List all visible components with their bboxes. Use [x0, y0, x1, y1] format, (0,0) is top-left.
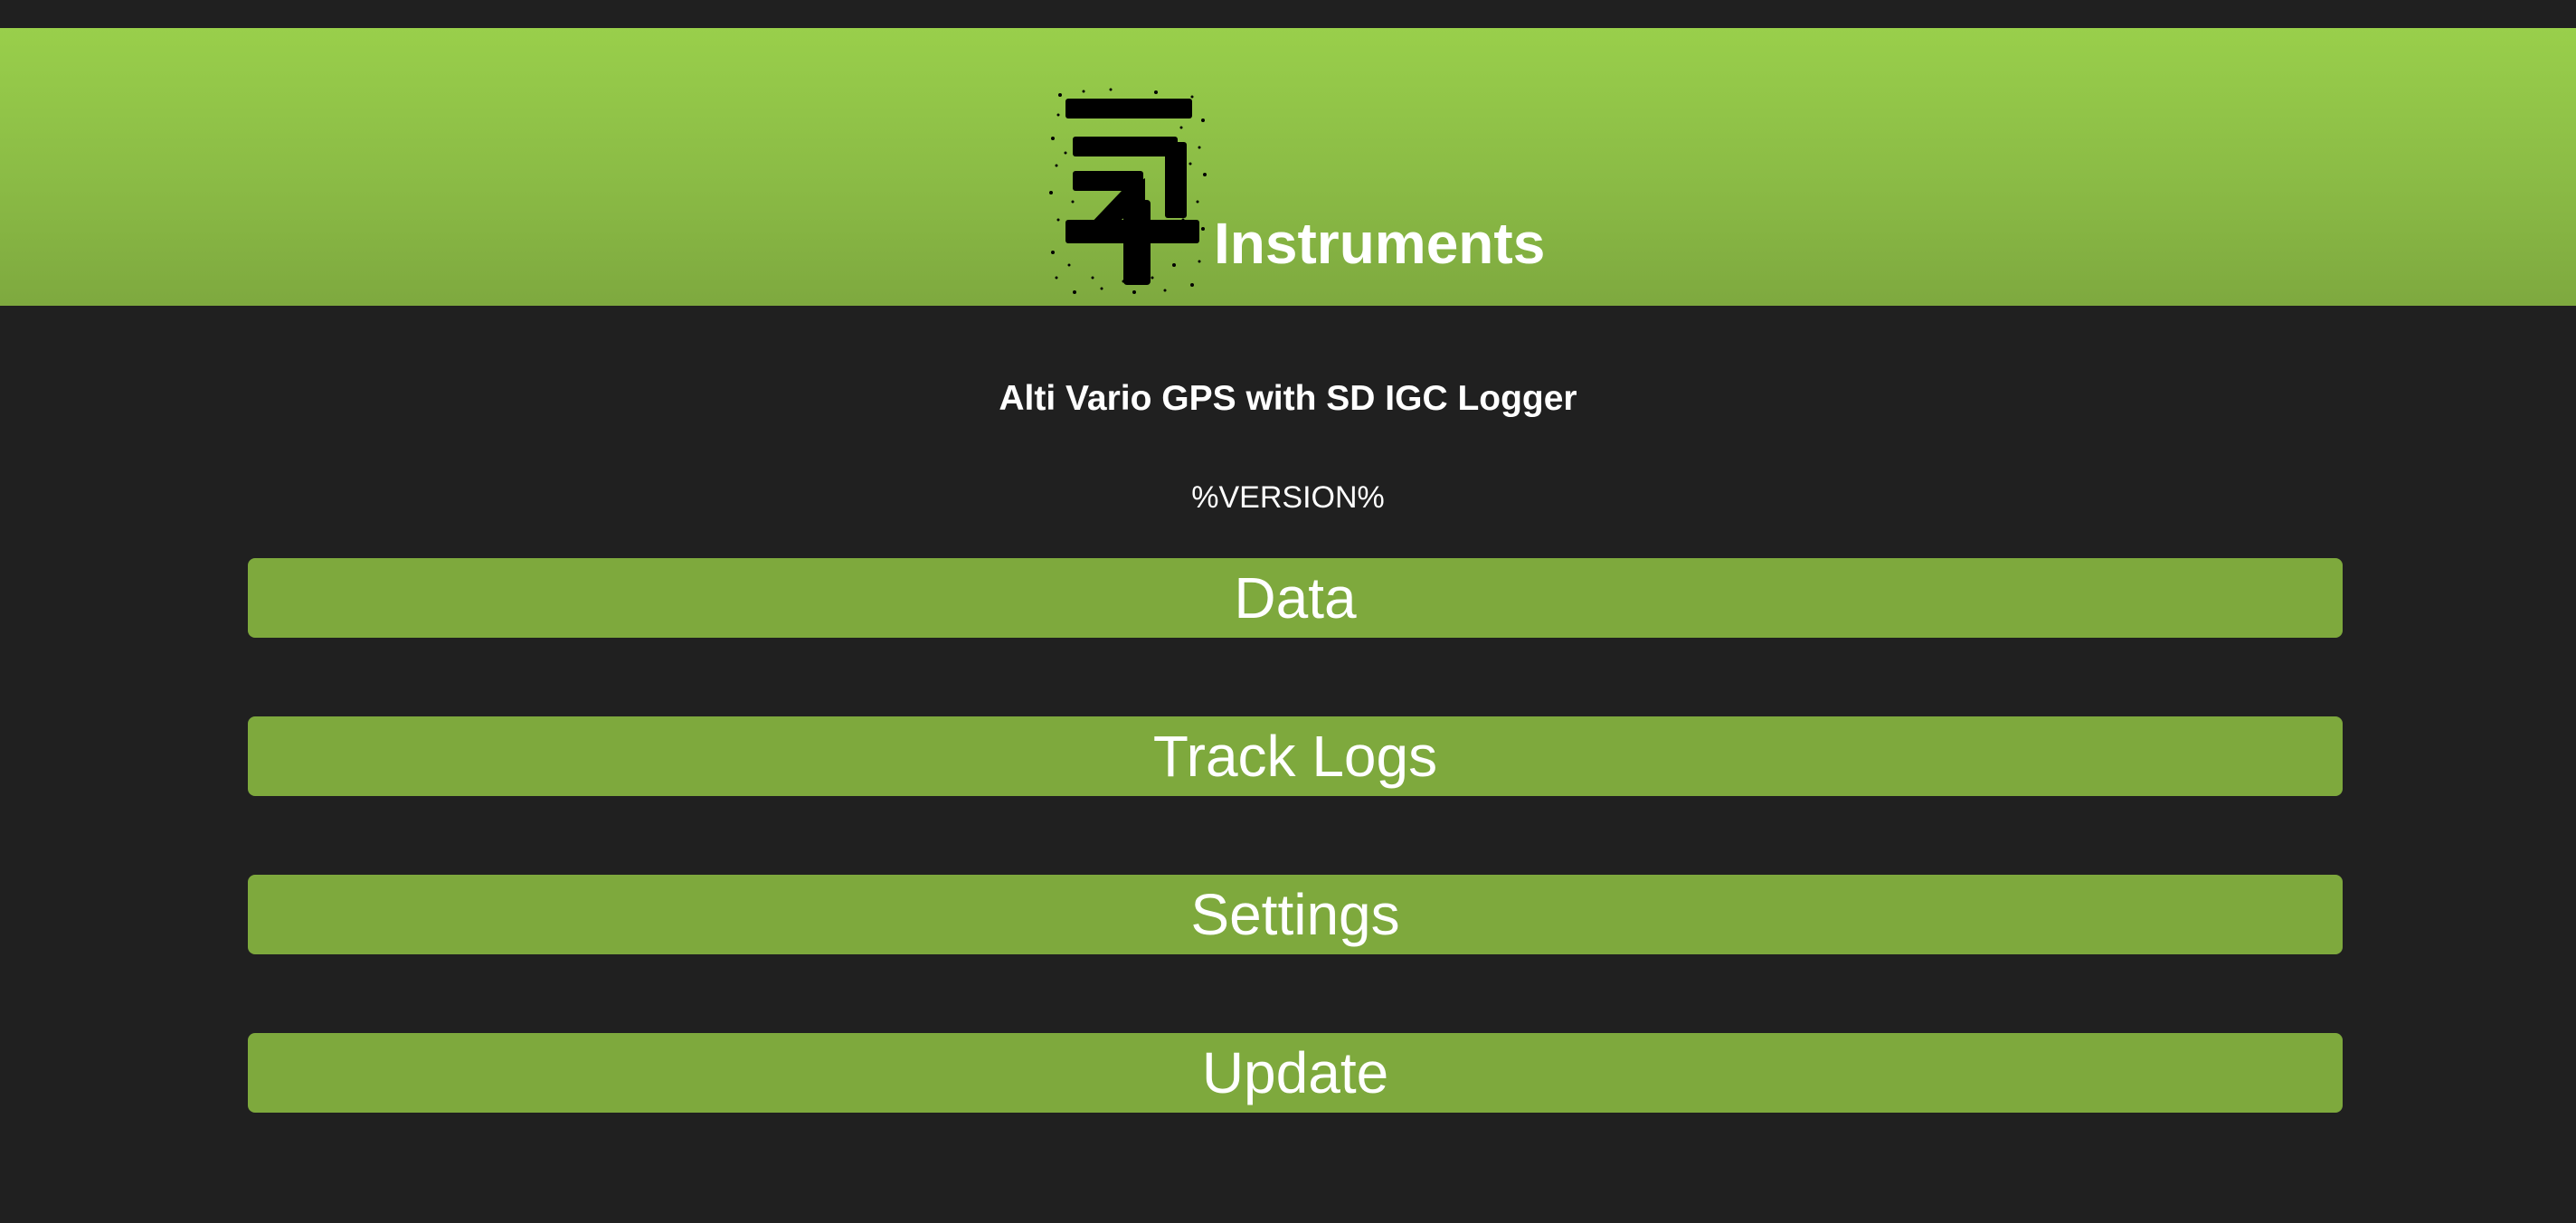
update-button[interactable]: Update — [248, 1033, 2343, 1113]
page-subtitle: Alti Vario GPS with SD IGC Logger — [999, 379, 1577, 418]
data-button[interactable]: Data — [248, 558, 2343, 638]
logo-icon — [1049, 88, 1207, 294]
track-logs-button[interactable]: Track Logs — [248, 716, 2343, 796]
settings-button[interactable]: Settings — [248, 875, 2343, 954]
header-banner: Instruments — [0, 28, 2576, 306]
brand-name: Instruments — [1214, 211, 1546, 276]
page: Instruments Alti Vario GPS with SD IGC L… — [0, 0, 2576, 1223]
version-label: %VERSION% — [1191, 480, 1385, 515]
brand: Instruments — [1047, 53, 1545, 298]
main-menu: Data Track Logs Settings Update — [248, 558, 2343, 1191]
